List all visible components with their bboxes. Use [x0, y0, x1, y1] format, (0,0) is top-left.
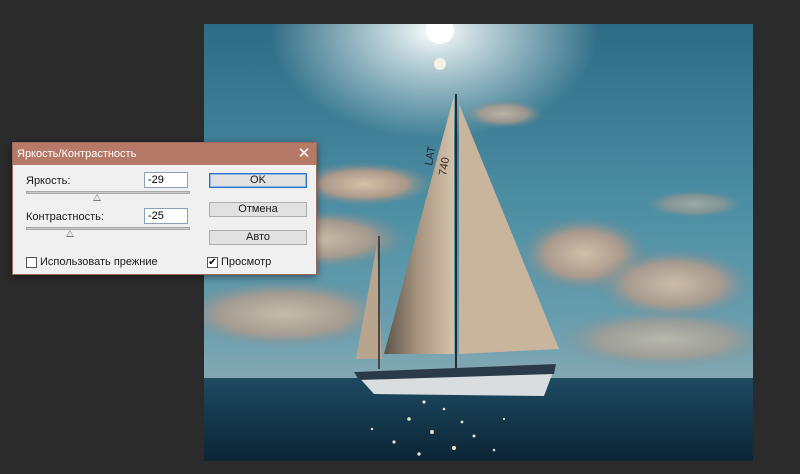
- contrast-label: Контрастность:: [26, 211, 104, 223]
- contrast-slider-track[interactable]: [26, 227, 190, 230]
- use-legacy-checkbox[interactable]: [26, 257, 37, 268]
- brightness-label: Яркость:: [26, 175, 71, 187]
- close-icon[interactable]: ✕: [297, 143, 311, 165]
- brightness-contrast-dialog: Яркость/Контрастность ✕ Яркость: Контрас…: [12, 142, 317, 275]
- ok-button[interactable]: OK: [209, 173, 307, 188]
- dialog-title: Яркость/Контрастность: [17, 148, 137, 160]
- contrast-input[interactable]: [144, 208, 188, 224]
- auto-button[interactable]: Авто: [209, 230, 307, 245]
- brightness-input[interactable]: [144, 172, 188, 188]
- preview-checkbox[interactable]: ✔: [207, 257, 218, 268]
- contrast-slider-thumb[interactable]: [66, 230, 75, 237]
- brightness-slider-thumb[interactable]: [92, 194, 101, 201]
- cancel-button[interactable]: Отмена: [209, 202, 307, 217]
- dialog-titlebar[interactable]: Яркость/Контрастность ✕: [13, 143, 316, 165]
- use-legacy-label: Использовать прежние: [40, 256, 158, 268]
- brightness-slider-track[interactable]: [26, 191, 190, 194]
- preview-label: Просмотр: [221, 256, 272, 268]
